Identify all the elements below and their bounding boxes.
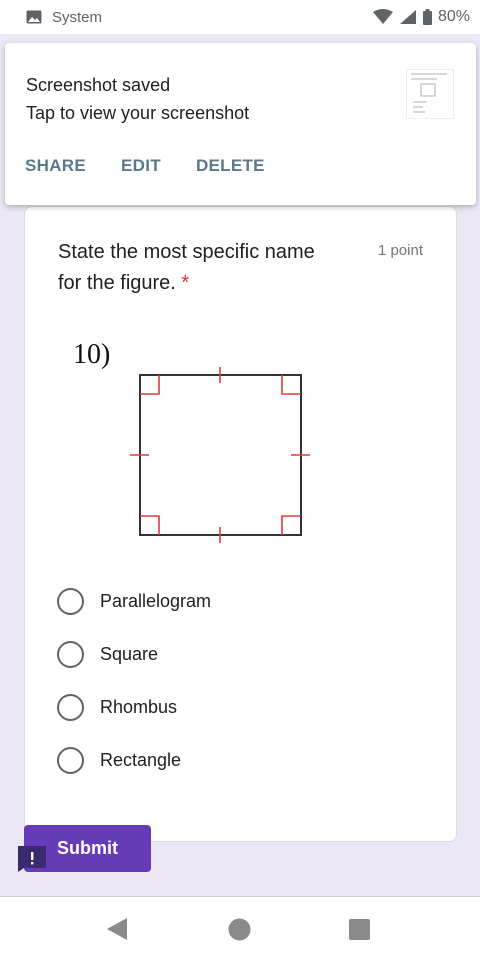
battery-icon: [422, 9, 432, 25]
option-rhombus[interactable]: Rhombus: [57, 681, 211, 734]
square-figure: [130, 367, 310, 543]
battery-percent: 80%: [437, 8, 470, 25]
home-icon[interactable]: [228, 918, 251, 946]
option-label: Square: [100, 644, 159, 664]
option-label: Parallelogram: [100, 591, 212, 611]
question-title: State the most specific name for the fig…: [58, 237, 343, 299]
options-list: Parallelogram Square Rhombus Rectangle: [57, 575, 211, 787]
screenshot-notification[interactable]: Screenshot saved Tap to view your screen…: [5, 43, 476, 205]
required-mark: *: [181, 272, 190, 294]
screenshot-thumbnail[interactable]: [406, 69, 454, 119]
delete-button[interactable]: DELETE: [196, 156, 265, 176]
radio-button[interactable]: [57, 641, 84, 668]
radio-button[interactable]: [57, 747, 84, 774]
nav-bar: [0, 896, 480, 960]
status-bar: System 80%: [0, 0, 480, 34]
question-points: 1 point: [377, 242, 423, 259]
option-rectangle[interactable]: Rectangle: [57, 734, 211, 787]
edit-button[interactable]: EDIT: [121, 156, 161, 176]
recents-icon[interactable]: [349, 919, 370, 945]
question-card: State the most specific name for the fig…: [24, 206, 457, 842]
share-button[interactable]: SHARE: [25, 156, 86, 176]
feedback-icon[interactable]: [18, 846, 46, 872]
option-label: Rhombus: [100, 697, 178, 717]
option-square[interactable]: Square: [57, 628, 211, 681]
notification-actions: SHARE EDIT DELETE: [25, 156, 300, 176]
option-label: Rectangle: [100, 750, 182, 770]
radio-button[interactable]: [57, 588, 84, 615]
image-icon: [26, 10, 42, 24]
signal-icon: [399, 9, 417, 25]
notification-text: Tap to view your screenshot: [26, 103, 250, 123]
question-figure: 10): [67, 339, 327, 549]
option-parallelogram[interactable]: Parallelogram: [57, 575, 211, 628]
notification-title: Screenshot saved: [26, 75, 171, 95]
wifi-icon: [372, 9, 393, 25]
back-icon[interactable]: [106, 917, 128, 946]
radio-button[interactable]: [57, 694, 84, 721]
status-app-label: System: [52, 8, 103, 26]
